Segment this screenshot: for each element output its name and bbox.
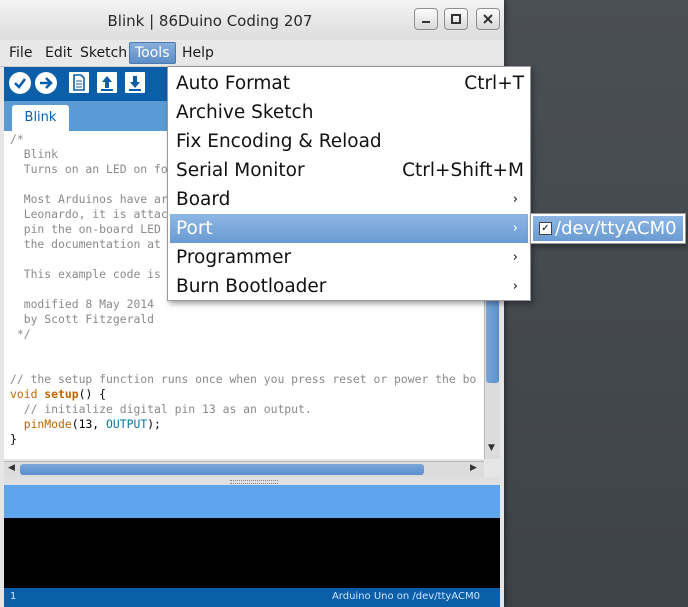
code-line: Turns on an LED on fo [10,162,168,176]
menu-item-fix-encoding[interactable]: Fix Encoding & Reload [170,127,528,156]
code-line: // the setup function runs once when you… [10,372,477,386]
status-bar: 1 Arduino Uno on /dev/ttyACM0 [4,588,500,607]
console-output[interactable] [4,518,500,588]
pane-divider[interactable] [4,477,500,485]
code-line: /* [10,132,24,146]
code-line: void setup() { [10,387,107,401]
code-line: modified 8 May 2014 [10,297,155,311]
menu-help[interactable]: Help [177,42,219,64]
code-line: Blink [10,147,59,161]
code-line: } [10,432,17,446]
menu-item-label: Port [176,218,213,239]
minimize-icon [422,21,430,23]
new-file-icon [73,74,85,91]
scroll-right-arrow-icon[interactable]: ▶ [470,463,477,473]
scroll-left-arrow-icon[interactable]: ◀ [8,463,15,473]
close-button[interactable] [476,8,500,30]
maximize-icon [451,14,461,24]
scroll-down-arrow-icon[interactable]: ▼ [488,443,495,453]
menu-item-shortcut: Ctrl+Shift+M [402,160,524,181]
menu-file[interactable]: File [4,42,37,64]
submenu-arrow-icon: › [512,250,518,265]
menu-item-label: Archive Sketch [176,102,314,123]
new-button[interactable] [69,72,89,93]
checkmark-icon [14,78,27,89]
port-label: /dev/ttyACM0 [555,218,677,239]
menu-item-serial-monitor[interactable]: Serial Monitor Ctrl+Shift+M [170,156,528,185]
horizontal-scrollbar[interactable]: ◀ ▶ [4,461,484,477]
menu-item-burn-bootloader[interactable]: Burn Bootloader › [170,272,528,301]
code-line: pin the on-board LED [10,222,161,236]
code-line: by Scott Fitzgerald [10,312,155,326]
close-icon [483,14,493,24]
menu-item-label: Serial Monitor [176,160,305,181]
menu-item-label: Fix Encoding & Reload [176,131,382,152]
message-area [4,485,500,518]
port-item-ttyacm0[interactable]: ✓ /dev/ttyACM0 [533,216,683,241]
tab-blink[interactable]: Blink [12,105,69,131]
code-line: the documentation at [10,237,161,251]
upload-button[interactable] [35,72,57,94]
menu-item-label: Programmer [176,247,292,268]
code-line: pinMode(13, OUTPUT); [23,417,161,431]
menu-item-programmer[interactable]: Programmer › [170,243,528,272]
menu-item-label: Board [176,189,231,210]
code-line: */ [10,327,31,341]
title-bar[interactable]: Blink | 86Duino Coding 207 [0,0,504,40]
menu-edit[interactable]: Edit [40,42,77,64]
menu-item-label: Burn Bootloader [176,276,327,297]
menu-item-board[interactable]: Board › [170,185,528,214]
checkbox-checked-icon[interactable]: ✓ [539,222,552,235]
menu-tools[interactable]: Tools [129,42,176,64]
code-line: This example code is [10,267,161,281]
vertical-scroll-thumb[interactable] [486,293,499,383]
line-number: 1 [10,591,17,602]
submenu-arrow-icon: › [512,279,518,294]
window-title: Blink | 86Duino Coding 207 [107,12,313,30]
code-line: // initialize digital pin 13 as an outpu… [10,402,312,416]
horizontal-scroll-thumb[interactable] [20,464,424,475]
open-button[interactable] [97,72,117,93]
code-line: Leonardo, it is attac [10,207,168,221]
menu-item-port[interactable]: Port › [170,214,528,243]
arrow-right-icon [40,77,53,89]
drag-grip-icon[interactable] [230,480,278,484]
submenu-arrow-icon: › [512,221,518,236]
maximize-button[interactable] [444,8,468,30]
port-submenu: ✓ /dev/ttyACM0 [530,213,686,244]
menu-item-auto-format[interactable]: Auto Format Ctrl+T [170,69,528,98]
menu-sketch[interactable]: Sketch [75,42,132,64]
tools-menu-dropdown: Auto Format Ctrl+T Archive Sketch Fix En… [167,66,531,301]
arrow-down-icon [129,76,141,91]
desktop-background [504,0,688,607]
menu-bar: File Edit Sketch Tools Help [0,40,504,67]
verify-button[interactable] [9,72,31,94]
menu-item-shortcut: Ctrl+T [464,73,524,94]
minimize-button[interactable] [414,8,438,30]
board-port-status: Arduino Uno on /dev/ttyACM0 [331,591,480,602]
save-button[interactable] [125,72,145,93]
arrow-up-icon [101,76,113,91]
submenu-arrow-icon: › [512,192,518,207]
menu-item-archive-sketch[interactable]: Archive Sketch [170,98,528,127]
menu-item-label: Auto Format [176,73,291,94]
code-line: Most Arduinos have ar [10,192,168,206]
